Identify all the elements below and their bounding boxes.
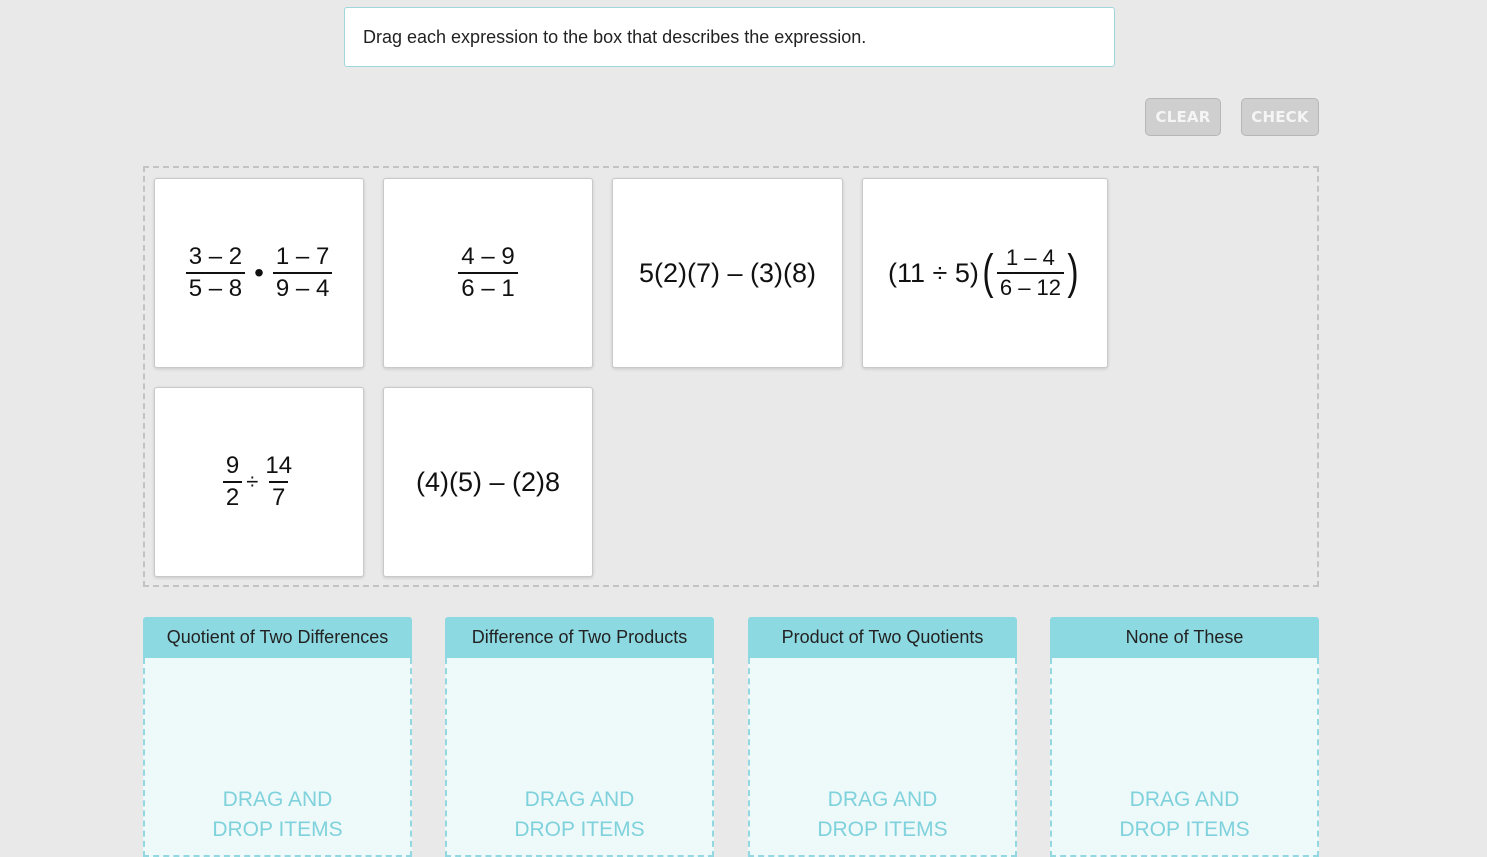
denominator: 6 – 12: [996, 272, 1065, 299]
expression: (4)(5) – (2)8: [415, 466, 561, 497]
drop-zone-header: Product of Two Quotients: [748, 617, 1017, 658]
expression: (11 ÷ 5) ( 1 – 4 6 – 12 ): [888, 247, 1082, 299]
fraction: 14 7: [262, 454, 295, 510]
fraction: 1 – 4 6 – 12: [996, 245, 1065, 299]
expression-card-product-difference[interactable]: (4)(5) – (2)8: [383, 387, 593, 577]
drop-zone-product-of-two-quotients[interactable]: Product of Two Quotients DRAG AND DROP I…: [748, 617, 1017, 857]
fraction: 3 – 2 5 – 8: [185, 243, 246, 301]
expression: 3 – 2 5 – 8 • 1 – 7 9 – 4: [185, 243, 333, 301]
fraction: 4 – 9 6 – 1: [458, 243, 518, 301]
drop-zone-header: Quotient of Two Differences: [143, 617, 412, 658]
numerator: 9: [225, 452, 240, 479]
denominator: 6 – 1: [458, 272, 518, 301]
drop-zone-header: Difference of Two Products: [445, 617, 714, 658]
denominator: 7: [269, 481, 289, 510]
lead-term: (11 ÷ 5): [888, 257, 979, 288]
expression-card-single-fraction[interactable]: 4 – 9 6 – 1: [383, 178, 593, 368]
expression-card-fraction-division[interactable]: 9 2 ÷ 14 7: [154, 387, 364, 577]
close-paren: ): [1067, 246, 1079, 299]
expression: 5(2)(7) – (3)(8): [638, 257, 817, 288]
instruction-text: Drag each expression to the box that des…: [363, 26, 867, 47]
drop-zone-body[interactable]: DRAG AND DROP ITEMS: [143, 658, 412, 857]
placeholder-line: DRAG AND: [222, 788, 333, 811]
expression-card-quotient-times-fraction[interactable]: (11 ÷ 5) ( 1 – 4 6 – 12 ): [862, 178, 1108, 368]
drop-zone-placeholder: DRAG AND DROP ITEMS: [750, 785, 1015, 845]
denominator: 5 – 8: [185, 272, 246, 301]
placeholder-line: DRAG AND: [827, 788, 938, 811]
expression: 9 2 ÷ 14 7: [222, 452, 295, 510]
drop-zone-header: None of These: [1050, 617, 1319, 658]
drop-zone-difference-of-two-products[interactable]: Difference of Two Products DRAG AND DROP…: [445, 617, 714, 857]
placeholder-line: DRAG AND: [1129, 788, 1240, 811]
numerator: 1 – 7: [275, 243, 330, 270]
instruction-box: Drag each expression to the box that des…: [344, 7, 1115, 67]
drop-zone-none-of-these[interactable]: None of These DRAG AND DROP ITEMS: [1050, 617, 1319, 857]
numerator: 14: [265, 452, 293, 479]
fraction: 9 2: [222, 452, 243, 510]
clear-button[interactable]: CLEAR: [1145, 98, 1221, 136]
drop-zone-placeholder: DRAG AND DROP ITEMS: [1052, 785, 1317, 845]
check-button[interactable]: CHECK: [1241, 98, 1319, 136]
placeholder-line: DROP ITEMS: [212, 818, 343, 841]
denominator: 9 – 4: [272, 272, 333, 301]
drop-zone-quotient-of-two-differences[interactable]: Quotient of Two Differences DRAG AND DRO…: [143, 617, 412, 857]
placeholder-line: DRAG AND: [524, 788, 635, 811]
drop-zone-body[interactable]: DRAG AND DROP ITEMS: [748, 658, 1017, 857]
drop-zone-body[interactable]: DRAG AND DROP ITEMS: [1050, 658, 1319, 857]
divide-operator: ÷: [246, 469, 259, 494]
placeholder-line: DROP ITEMS: [817, 818, 948, 841]
numerator: 4 – 9: [461, 243, 515, 270]
expression: 4 – 9 6 – 1: [458, 243, 518, 301]
placeholder-line: DROP ITEMS: [1119, 818, 1250, 841]
numerator: 1 – 4: [1005, 245, 1055, 270]
multiply-operator: •: [254, 257, 264, 288]
denominator: 2: [222, 481, 243, 510]
numerator: 3 – 2: [188, 243, 243, 270]
expression-card-product-of-fractions[interactable]: 3 – 2 5 – 8 • 1 – 7 9 – 4: [154, 178, 364, 368]
drop-zone-placeholder: DRAG AND DROP ITEMS: [145, 785, 410, 845]
fraction: 1 – 7 9 – 4: [272, 243, 333, 301]
placeholder-line: DROP ITEMS: [514, 818, 645, 841]
open-paren: (: [982, 246, 994, 299]
drop-zone-placeholder: DRAG AND DROP ITEMS: [447, 785, 712, 845]
expression-card-difference-of-products[interactable]: 5(2)(7) – (3)(8): [612, 178, 843, 368]
drop-zone-body[interactable]: DRAG AND DROP ITEMS: [445, 658, 714, 857]
